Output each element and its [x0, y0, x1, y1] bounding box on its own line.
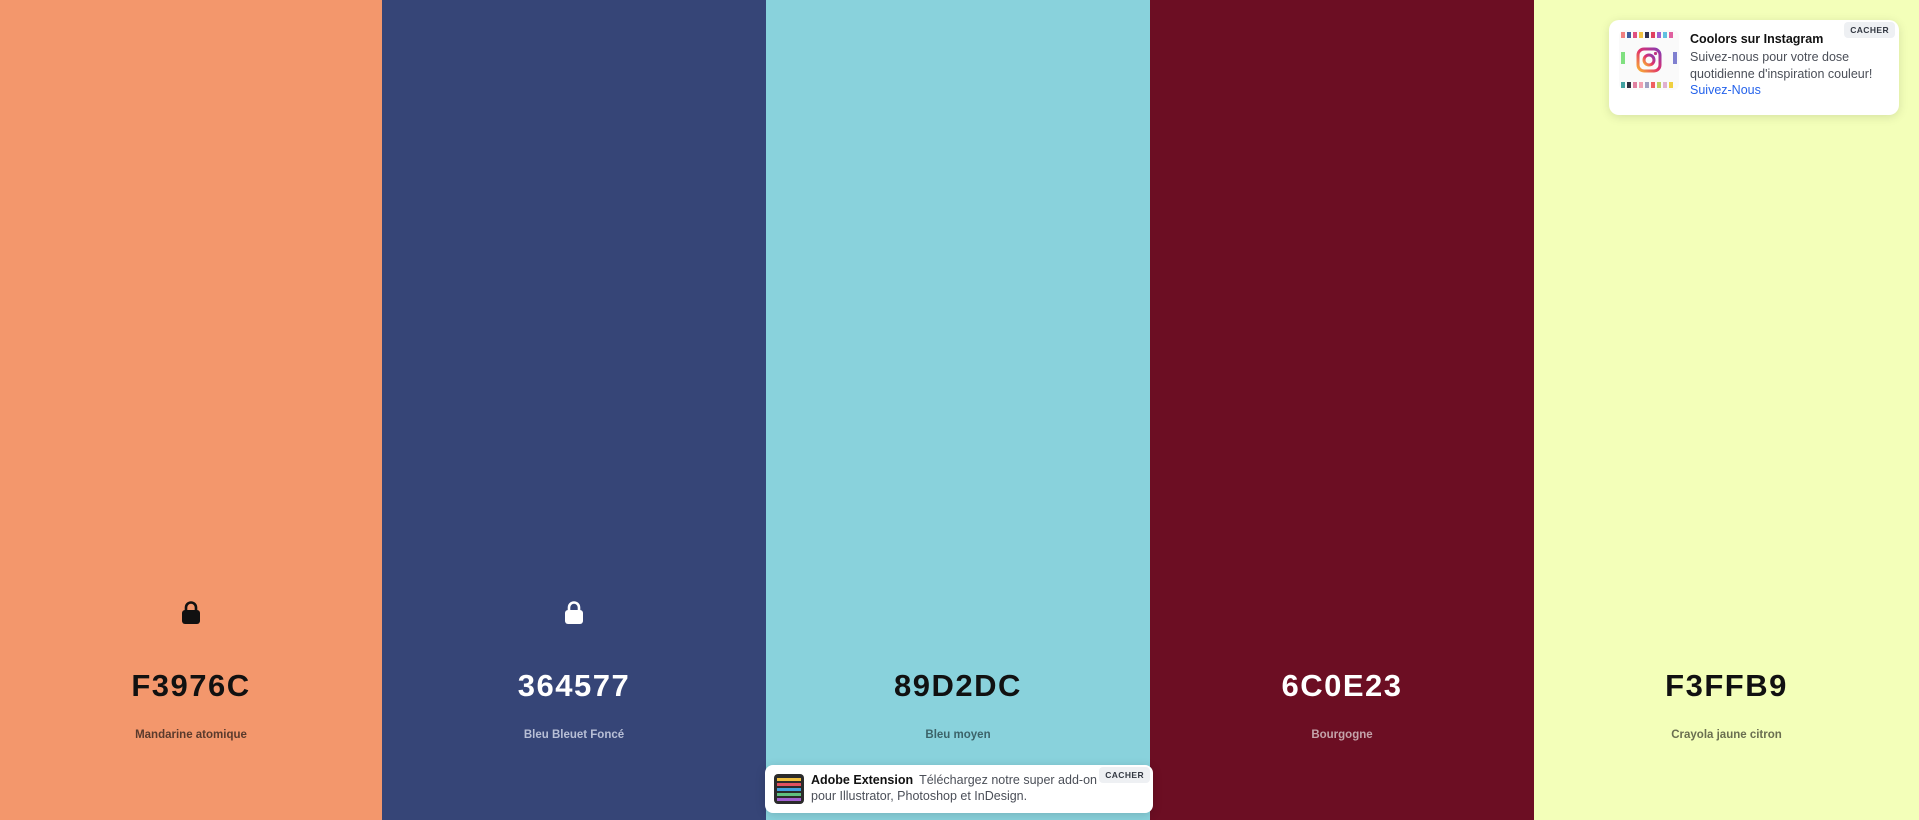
- color-swatch[interactable]: 6C0E23 Bourgogne: [1150, 0, 1534, 820]
- lock-icon[interactable]: [563, 600, 585, 626]
- instagram-popup-text: Suivez-nous pour votre dose quotidienne …: [1690, 50, 1873, 81]
- color-palette: F3976C Mandarine atomique 364577 Bleu Bleue…: [0, 0, 1919, 820]
- hex-code[interactable]: F3FFB9: [1534, 668, 1919, 704]
- color-swatch[interactable]: F3FFB9 Crayola jaune citron: [1534, 0, 1919, 820]
- lock-icon[interactable]: [180, 600, 202, 626]
- instagram-popup-title: Coolors sur Instagram: [1690, 32, 1824, 46]
- hex-code[interactable]: 89D2DC: [766, 668, 1150, 704]
- color-name: Bleu Bleuet Foncé: [523, 729, 625, 741]
- adobe-extension-popup: Adobe Extension Téléchargez notre super a…: [765, 765, 1153, 813]
- adobe-hide-button[interactable]: CACHER: [1099, 767, 1150, 783]
- color-name: Bleu moyen: [925, 729, 991, 741]
- instagram-popup: Coolors sur Instagram Suivez-nous pour v…: [1609, 20, 1899, 115]
- color-name: Bourgogne: [1311, 729, 1373, 741]
- hex-code[interactable]: 364577: [382, 668, 766, 704]
- color-swatch[interactable]: F3976C Mandarine atomique: [0, 0, 382, 820]
- hex-code[interactable]: 6C0E23: [1150, 668, 1534, 704]
- color-name: Mandarine atomique: [135, 729, 247, 741]
- adobe-extension-icon: [774, 774, 804, 804]
- hex-code[interactable]: F3976C: [0, 668, 382, 704]
- color-strips-decoration: [1621, 32, 1677, 88]
- instagram-icon: [1636, 47, 1662, 73]
- color-name: Crayola jaune citron: [1671, 729, 1782, 741]
- adobe-popup-title: Adobe Extension: [811, 773, 914, 787]
- adobe-popup-text-block: Adobe Extension Téléchargez notre super a…: [811, 772, 1111, 804]
- instagram-thumbnail: [1619, 30, 1679, 90]
- color-swatch[interactable]: 364577 Bleu Bleuet Foncé: [382, 0, 766, 820]
- instagram-hide-button[interactable]: CACHER: [1844, 22, 1895, 38]
- color-swatch[interactable]: 89D2DC Bleu moyen: [766, 0, 1150, 820]
- follow-us-link[interactable]: Suivez-Nous: [1690, 83, 1761, 97]
